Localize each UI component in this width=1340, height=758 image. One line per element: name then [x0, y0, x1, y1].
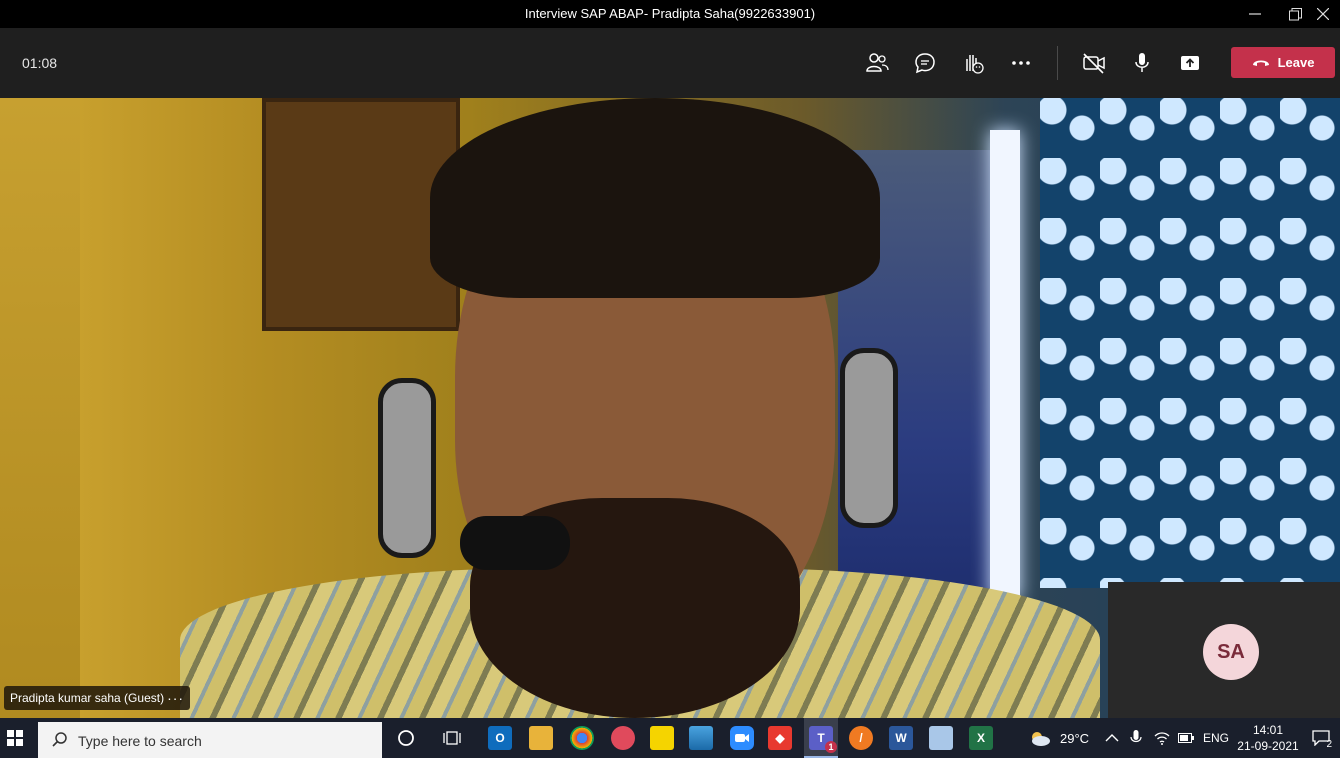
headset-mic	[460, 516, 570, 570]
taskbar-anydesk[interactable]: ◆	[768, 726, 792, 750]
taskbar-teams[interactable]: T 1	[809, 726, 837, 753]
start-button[interactable]	[0, 718, 30, 758]
participants-button[interactable]	[864, 50, 890, 76]
taskbar-file-explorer[interactable]	[529, 726, 553, 750]
camera-off-icon	[1083, 53, 1105, 74]
close-icon	[1317, 8, 1329, 20]
phone-hangup-icon	[1252, 60, 1269, 66]
weather-cloud-icon	[1032, 732, 1050, 746]
tray-mic-icon	[1130, 730, 1142, 743]
taskbar-excel[interactable]: X	[969, 726, 993, 750]
reactions-button[interactable]	[960, 50, 986, 76]
tray-battery[interactable]	[1178, 718, 1194, 758]
search-placeholder: Type here to search	[78, 733, 202, 749]
clock-time: 14:01	[1252, 723, 1284, 737]
taskbar-word[interactable]: W	[889, 726, 913, 750]
background-light	[990, 130, 1020, 600]
task-view-icon	[443, 731, 461, 745]
participant-more-icon[interactable]: ···	[167, 686, 184, 710]
taskbar-app-light[interactable]	[929, 726, 953, 750]
leave-label: Leave	[1277, 55, 1315, 70]
headset-right-earcup	[840, 348, 898, 528]
more-actions-button[interactable]	[1008, 50, 1034, 76]
minimize-icon	[1249, 13, 1261, 15]
search-icon	[52, 732, 67, 747]
participant-name-tag[interactable]: Pradipta kumar saha (Guest) ···	[4, 686, 191, 710]
participants-icon	[866, 53, 889, 72]
self-avatar: SA	[1203, 624, 1259, 680]
weather-temp: 29°C	[1060, 730, 1090, 746]
taskbar-app-pink[interactable]	[611, 726, 635, 750]
background-wall	[0, 98, 80, 718]
window-title: Interview SAP ABAP- Pradipta Saha(992263…	[524, 6, 816, 21]
chevron-up-icon	[1105, 734, 1119, 742]
raise-hand-icon	[966, 55, 984, 74]
share-icon	[1181, 56, 1199, 70]
teams-badge: 1	[825, 741, 837, 753]
windows-logo-icon	[7, 730, 23, 746]
notification-count: 2	[1326, 739, 1332, 750]
tray-mic[interactable]	[1130, 718, 1142, 758]
cortana-button[interactable]	[394, 726, 418, 750]
tray-network[interactable]	[1154, 718, 1170, 758]
camera-toggle-button[interactable]	[1081, 50, 1107, 76]
taskbar-app-orange[interactable]: /	[849, 726, 873, 750]
chat-icon	[915, 53, 935, 74]
background-curtain	[1040, 98, 1340, 588]
meeting-toolbar: 01:08 Leave	[0, 28, 1340, 98]
taskbar-app-blue[interactable]	[689, 726, 713, 750]
app-orange-icon: /	[859, 731, 863, 745]
participant-name: Pradipta kumar saha (Guest)	[10, 691, 165, 705]
zoom-icon	[735, 734, 749, 742]
taskbar-sticky-notes[interactable]	[650, 726, 674, 750]
taskbar-chrome[interactable]	[570, 726, 594, 750]
meeting-timer: 01:08	[22, 55, 58, 71]
cortana-icon	[398, 730, 414, 746]
wifi-icon	[1154, 732, 1170, 745]
weather-widget[interactable]: 29°C	[1028, 718, 1089, 758]
teams-icon: T	[817, 731, 825, 745]
taskbar-clock[interactable]: 14:01 21-09-2021	[1236, 722, 1300, 754]
anydesk-icon: ◆	[775, 731, 785, 745]
participant-hair	[430, 98, 880, 298]
toolbar-divider	[1057, 46, 1058, 80]
notification-center-button[interactable]: 2	[1312, 718, 1332, 758]
tray-overflow-button[interactable]	[1105, 718, 1119, 758]
taskbar-zoom[interactable]	[730, 726, 754, 750]
task-view-button[interactable]	[441, 726, 465, 750]
mic-icon	[1135, 53, 1149, 72]
excel-icon: X	[976, 731, 985, 745]
share-screen-button[interactable]	[1177, 50, 1203, 76]
close-button[interactable]	[1300, 0, 1340, 28]
leave-button[interactable]: Leave	[1231, 47, 1335, 78]
more-icon	[1012, 61, 1030, 65]
headset-left-earcup	[378, 378, 436, 558]
taskbar-search-box[interactable]: Type here to search	[38, 722, 382, 758]
outlook-icon: O	[495, 731, 505, 745]
mic-toggle-button[interactable]	[1129, 50, 1155, 76]
window-title-bar: Interview SAP ABAP- Pradipta Saha(992263…	[0, 0, 1340, 28]
clock-date: 21-09-2021	[1237, 739, 1299, 753]
tray-language[interactable]: ENG	[1203, 718, 1229, 758]
battery-icon	[1178, 733, 1194, 743]
taskbar-outlook[interactable]: O	[488, 726, 512, 750]
chat-button[interactable]	[912, 50, 938, 76]
word-icon: W	[895, 731, 907, 745]
windows-taskbar: Type here to search O ◆ T 1 / W X 29°C E…	[0, 718, 1340, 758]
